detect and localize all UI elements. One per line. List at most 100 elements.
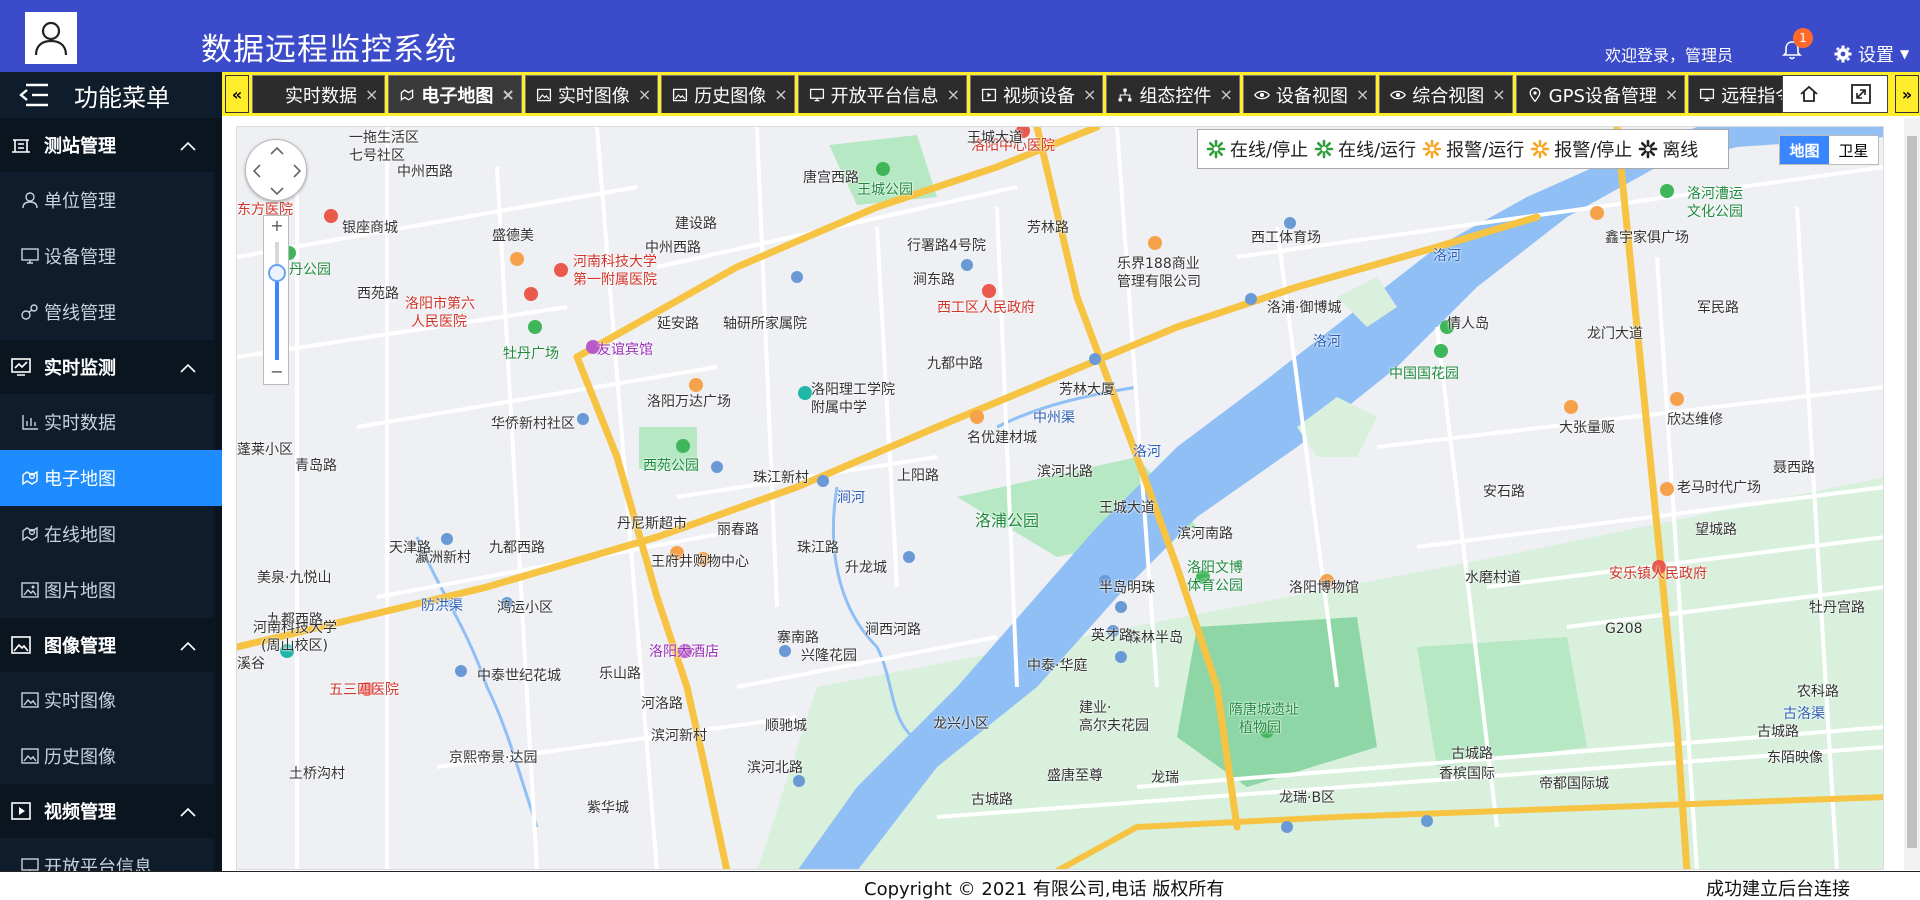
map-place-label: 人民医院 (411, 314, 467, 330)
close-icon[interactable]: × (947, 85, 960, 104)
map-place-label: 建设路 (675, 216, 717, 232)
map-place-label: 华侨新村社区 (491, 416, 575, 432)
sidebar-item-unit-management[interactable]: 单位管理 (0, 172, 222, 228)
home-icon[interactable] (1798, 83, 1820, 105)
zoom-out-button[interactable]: − (264, 362, 290, 384)
chevron-up-icon (180, 801, 196, 822)
tab-scroll-left-button[interactable]: « (225, 75, 249, 113)
close-icon[interactable]: × (774, 85, 787, 104)
tab-config-control[interactable]: 组态控件 × (1106, 75, 1240, 113)
map-place-label: 水磨村道 (1465, 570, 1521, 586)
group-image-management[interactable]: 图像管理 (0, 618, 222, 672)
group-video-management[interactable]: 视频管理 (0, 784, 222, 838)
map-place-label: (周山校区) (261, 638, 328, 654)
map-place-label: 洛阳文博 (1187, 560, 1243, 576)
menu-collapse-icon[interactable] (18, 82, 48, 108)
map-place-label: 乐山路 (599, 666, 641, 682)
fullscreen-icon[interactable] (1850, 83, 1872, 105)
close-icon[interactable]: × (1665, 85, 1678, 104)
vertical-scrollbar[interactable] (1904, 118, 1920, 870)
close-icon[interactable]: × (638, 85, 651, 104)
sidebar-item-pipeline-management[interactable]: 管线管理 (0, 284, 222, 340)
map-place-label: 中州渠 (1033, 410, 1075, 426)
map-place-label: 蓬莱小区 (237, 442, 293, 458)
station-icon (12, 139, 30, 153)
zoom-in-button[interactable]: + (264, 216, 290, 238)
monitor-icon (1700, 88, 1715, 101)
map-place-label: 古城路 (1757, 724, 1799, 740)
tab-gps-device[interactable]: GPS设备管理 × (1515, 75, 1686, 113)
close-icon[interactable]: × (1083, 85, 1096, 104)
map-place-label: 牡丹宫路 (1809, 600, 1865, 616)
map-place-label: 附属中学 (811, 400, 867, 416)
sidebar-item-history-image[interactable]: 历史图像 (0, 728, 222, 784)
user-avatar[interactable] (25, 12, 77, 64)
device-status-legend: 在线/停止 在线/运行 报警/运行 报警/停止 离线 (1197, 129, 1729, 169)
tab-realtime-data[interactable]: 实时数据 × (252, 75, 386, 113)
map-type-satellite-button[interactable]: 卫星 (1829, 136, 1878, 164)
map-icon (401, 88, 414, 101)
map-place-label: 欣达维修 (1667, 412, 1723, 428)
close-icon[interactable]: × (1356, 85, 1369, 104)
map-place-label: 河南科技大学 (573, 254, 657, 270)
map-place-label: 涧河 (837, 490, 865, 506)
map-zoom-control[interactable]: + − (263, 215, 289, 385)
close-icon[interactable]: × (365, 85, 378, 104)
group-station-management[interactable]: 测站管理 (0, 118, 222, 172)
tab-realtime-image[interactable]: 实时图像 × (524, 75, 659, 113)
map-place-label: 丹公园 (289, 262, 331, 278)
close-icon[interactable]: × (1219, 85, 1232, 104)
monitor-chart-icon (11, 358, 31, 376)
map-pan-control[interactable] (245, 139, 307, 201)
scrollbar-thumb[interactable] (1907, 136, 1917, 848)
tab-composite-view[interactable]: 综合视图 × (1379, 75, 1513, 113)
map-type-map-button[interactable]: 地图 (1780, 136, 1829, 164)
tab-device-view[interactable]: 设备视图 × (1242, 75, 1377, 113)
map-place-label: 芳林路 (1027, 220, 1069, 236)
close-icon[interactable]: × (1492, 85, 1505, 104)
close-icon[interactable]: × (501, 85, 514, 104)
tab-scroll-right-button[interactable]: » (1895, 75, 1919, 113)
zoom-slider-handle[interactable] (268, 264, 286, 282)
sidebar-item-label: 实时数据 (44, 413, 116, 434)
map-place-label: 体育公园 (1187, 578, 1243, 594)
map-place-label: 河南科技大学 (253, 620, 337, 636)
map-place-label: 防洪渠 (421, 598, 463, 614)
settings-menu[interactable]: 设置 ▼ (1834, 41, 1909, 67)
sidebar-item-device-management[interactable]: 设备管理 (0, 228, 222, 284)
tab-electronic-map[interactable]: 电子地图 × (388, 75, 522, 113)
map-place-label: 龙门大道 (1587, 326, 1643, 342)
map-place-label: 洛河 (1133, 444, 1161, 460)
sidebar-item-realtime-data[interactable]: 实时数据 (0, 394, 222, 450)
sidebar-item-online-map[interactable]: 在线地图 (0, 506, 222, 562)
map-place-label: 情人岛 (1447, 316, 1489, 332)
map-place-label: 延安路 (657, 316, 699, 332)
legend-item: 离线 (1638, 136, 1698, 162)
tab-label: 电子地图 (421, 85, 494, 107)
map-canvas[interactable]: 一拖生活区 七号社区 洛阳中心医院 王城大道 中州西路 王城公园 东方医院 银座商城 盛德美 中州… (236, 126, 1884, 870)
sidebar-item-realtime-image[interactable]: 实时图像 (0, 672, 222, 728)
tab-label: 实时数据 (285, 85, 357, 107)
tab-video-device[interactable]: 视频设备 × (970, 75, 1104, 113)
play-icon (981, 88, 997, 101)
sidebar-item-picture-map[interactable]: 图片地图 (0, 562, 222, 618)
map-place-label: 农科路 (1797, 684, 1839, 700)
menu-header[interactable]: 功能菜单 (0, 72, 222, 118)
tab-history-image[interactable]: 历史图像 × (661, 75, 795, 113)
pipeline-icon (21, 304, 38, 320)
tab-label: 视频设备 (1003, 85, 1076, 107)
connection-status: 成功建立后台连接 (1706, 879, 1850, 900)
map-place-label: 溪谷 (237, 656, 265, 672)
map-place-label: 中州西路 (397, 164, 453, 180)
map-place-label: 大张量贩 (1559, 420, 1615, 436)
pan-arrows-icon (252, 146, 302, 196)
map-place-label: 牡丹广场 (503, 346, 559, 362)
group-label: 视频管理 (44, 802, 116, 823)
tab-open-platform[interactable]: 开放平台信息 × (797, 75, 968, 113)
map-place-label: 王城大道 (1099, 500, 1155, 516)
sidebar-item-label: 电子地图 (44, 469, 116, 490)
map-place-label: 兴隆花园 (801, 648, 857, 664)
sidebar-item-electronic-map[interactable]: 电子地图 (0, 450, 222, 506)
group-realtime-monitoring[interactable]: 实时监测 (0, 340, 222, 394)
map-place-label: 洛阳博物馆 (1289, 580, 1359, 596)
